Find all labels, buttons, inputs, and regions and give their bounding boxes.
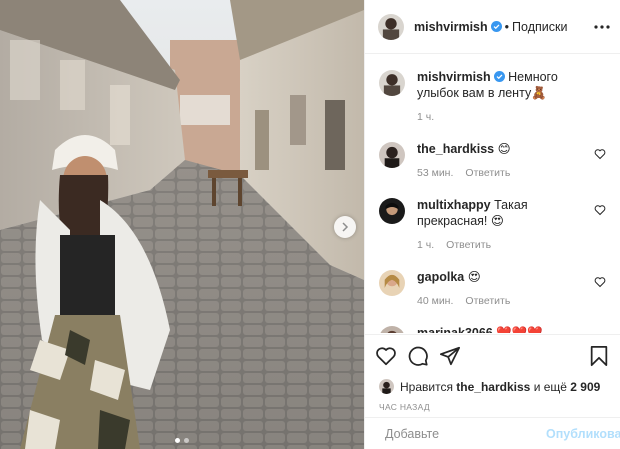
reply-button[interactable]: Ответить [446, 237, 491, 253]
post-side-panel: mishvirmish • Подписки mishvirmish Немно… [364, 0, 620, 449]
author-avatar[interactable] [378, 13, 404, 40]
share-button[interactable] [439, 345, 461, 367]
action-buttons-row [375, 343, 610, 369]
heart-icon [376, 347, 396, 366]
comment-username[interactable]: gapolka [417, 270, 464, 284]
add-comment-bar: Опубликовать [365, 417, 620, 449]
carousel-dot-active [175, 438, 180, 443]
chevron-right-icon [342, 222, 349, 232]
carousel-dot [184, 438, 189, 443]
comment-time[interactable]: 1 ч. [417, 237, 434, 253]
comment-username[interactable]: the_hardkiss [417, 142, 494, 156]
post-caption: mishvirmish Немного улыбок вам в ленту🧸 … [379, 69, 606, 125]
comment-icon [408, 346, 428, 366]
comment-username[interactable]: multixhappy [417, 198, 491, 212]
comment-item: the_hardkiss 😊 53 мин. Ответить [379, 141, 606, 181]
comment-body: marinak3066 ❤️❤️❤️ [417, 325, 606, 333]
post-actions: Нравится the_hardkiss и ещё 2 909 час на… [365, 334, 620, 412]
more-dots-icon [594, 24, 610, 29]
comment-item: marinak3066 ❤️❤️❤️ [379, 325, 606, 333]
comment-text: ❤️❤️❤️ [496, 326, 543, 333]
comment-body: the_hardkiss 😊 53 мин. Ответить [417, 141, 606, 181]
commenter-avatar[interactable] [379, 270, 405, 296]
heart-icon[interactable] [594, 204, 606, 216]
comment-time[interactable]: 40 мин. [417, 293, 453, 309]
reply-button[interactable]: Ответить [465, 165, 510, 181]
verified-badge-icon [490, 21, 502, 32]
comment-username[interactable]: marinak3066 [417, 326, 493, 333]
likes-user[interactable]: the_hardkiss [456, 380, 530, 394]
liker-avatar [379, 379, 394, 394]
author-avatar[interactable] [379, 70, 405, 96]
comment-meta: 1 ч. Ответить [417, 237, 584, 253]
heart-icon[interactable] [594, 332, 606, 333]
comment-body: multixhappy Такая прекрасная! 😍 1 ч. Отв… [417, 197, 606, 253]
caption-body: mishvirmish Немного улыбок вам в ленту🧸 … [417, 69, 606, 125]
carousel-next-button[interactable] [334, 216, 356, 238]
comment-time[interactable]: 53 мин. [417, 165, 453, 181]
following-button[interactable]: Подписки [512, 20, 567, 34]
reply-button[interactable]: Ответить [465, 293, 510, 309]
comment-item: gapolka 😍 40 мин. Ответить [379, 269, 606, 309]
likes-count[interactable]: 2 909 [570, 380, 600, 394]
heart-icon[interactable] [594, 276, 606, 288]
carousel-indicator [0, 438, 364, 443]
comment-text: 😍 [467, 270, 481, 284]
comment-button[interactable] [407, 345, 429, 367]
comments-list[interactable]: mishvirmish Немного улыбок вам в ленту🧸 … [365, 55, 620, 333]
comment-item: multixhappy Такая прекрасная! 😍 1 ч. Отв… [379, 197, 606, 253]
author-username[interactable]: mishvirmish [414, 20, 488, 34]
likes-prefix: Нравится [400, 379, 453, 394]
commenter-avatar[interactable] [379, 326, 405, 333]
comment-meta: 53 мин. Ответить [417, 165, 584, 181]
commenter-avatar[interactable] [379, 142, 405, 168]
comment-input[interactable] [385, 426, 546, 441]
commenter-avatar[interactable] [379, 198, 405, 224]
bookmark-icon [590, 345, 608, 367]
share-icon [439, 346, 461, 366]
caption-time[interactable]: 1 ч. [417, 109, 434, 125]
caption-meta: 1 ч. [417, 109, 584, 125]
comment-meta: 40 мин. Ответить [417, 293, 584, 309]
like-button[interactable] [375, 345, 397, 367]
heart-icon[interactable] [594, 148, 606, 160]
street-photo-illustration [0, 0, 364, 449]
post-time-ago[interactable]: час назад [375, 402, 610, 412]
likes-middle: и ещё [533, 379, 567, 394]
caption-username[interactable]: mishvirmish [417, 70, 491, 84]
post-header: mishvirmish • Подписки [365, 0, 620, 54]
more-options-button[interactable] [594, 19, 610, 35]
separator-dot: • [504, 19, 510, 34]
comment-text: 😊 [497, 142, 511, 156]
save-button[interactable] [588, 345, 610, 367]
verified-badge-icon [493, 71, 505, 82]
publish-button[interactable]: Опубликовать [546, 427, 620, 441]
post-photo[interactable] [0, 0, 364, 449]
comment-body: gapolka 😍 40 мин. Ответить [417, 269, 606, 309]
likes-summary[interactable]: Нравится the_hardkiss и ещё 2 909 [375, 379, 610, 394]
